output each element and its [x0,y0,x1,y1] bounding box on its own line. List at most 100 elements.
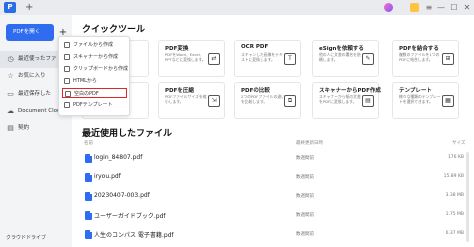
card-title: eSignを依頼する [319,46,364,52]
clock-icon: ◷ [7,55,14,63]
card-desc: 2つのPDFファイルの違いを比較します。 [241,94,285,104]
card-desc: PDFをWord、Excel、PPTなどに変換します。 [165,52,206,62]
title-bar: P + ≡ — ☐ ✕ [0,0,474,15]
card-desc: 様々な種類のテンプレートを選択できます。 [399,94,441,104]
file-name: 人生のコンパス 電子書籍.pdf [94,232,174,239]
card-title: PDF変換 [165,46,189,52]
menu-item-label: スキャナーから作成 [73,54,119,60]
maximize-icon[interactable]: ☐ [449,2,459,13]
table-row[interactable]: ユーザーガイドブック.pdf 数週間前 1.75 MB [74,207,470,226]
create-menu: ファイルから作成 スキャナーから作成 クリップボードから作成 HTMLから 空白… [58,36,130,116]
tool-card-ocr[interactable]: OCR PDF スキャンした画像をテキストに変換します。 T [234,40,301,77]
file-date: 数週間前 [296,156,314,161]
card-title: PDFを圧縮 [165,88,194,94]
sidebar-item-label: 最近使ったファ [18,56,57,62]
menu-item-label: PDFテンプレート [73,102,113,108]
clipboard-icon [64,66,70,72]
blank-page-icon [65,91,71,97]
pdf-file-icon [85,230,92,239]
table-row[interactable]: 人生のコンパス 電子書籍.pdf 数週間前 6.37 MB [74,226,470,245]
tool-card-esign[interactable]: eSignを依頼する 他の人に文書の署名を依頼します。 ✎ [312,40,379,77]
pdf-file-icon [85,173,92,182]
file-icon [64,42,70,48]
card-desc: 他の人に文書の署名を依頼します。 [319,52,361,62]
card-title: PDFの比較 [241,88,270,94]
file-size: 1.75 MB [445,212,464,217]
column-name-header[interactable]: 名前 [84,140,93,146]
menu-item-label: ファイルから作成 [73,42,114,48]
table-row[interactable]: login_84807.pdf 数週間前 176 KB [74,150,470,169]
file-date: 数週間前 [296,194,314,199]
menu-item-from-file[interactable]: ファイルから作成 [62,40,127,50]
column-size-header[interactable]: サイズ [452,140,465,146]
card-title: PDFを結合する [399,46,439,52]
template-icon: ▦ [442,95,454,107]
user-avatar[interactable] [384,3,393,12]
menu-item-from-html[interactable]: HTMLから [62,76,127,86]
html-icon [64,78,70,84]
card-desc: PDFファイルサイズを縮小します。 [165,94,207,104]
merge-icon: ⊞ [442,53,454,65]
esign-icon: ✎ [362,53,374,65]
tool-card-template[interactable]: テンプレート 様々な種類のテンプレートを選択できます。 ▦ [392,82,459,119]
table-row[interactable]: iryou.pdf 数週間前 15.89 KB [74,169,470,188]
sidebar-item-label: 契約 [18,125,30,131]
file-date: 数週間前 [296,232,314,237]
close-icon[interactable]: ✕ [462,2,472,13]
file-size: 15.89 KB [443,174,464,179]
cloud-drive-label[interactable]: クラウドドライブ [6,234,46,241]
scanner-icon [64,54,70,60]
file-date: 数週間前 [296,213,314,218]
recent-files-title: 最近使用したファイル [82,129,173,139]
scanner-icon: ▤ [362,95,374,107]
contract-icon: ▤ [7,124,14,132]
scrollbar[interactable] [466,152,469,242]
convert-icon: ⇄ [208,53,220,65]
new-tab-button[interactable]: + [25,0,33,15]
card-title: OCR PDF [241,44,269,50]
table-row[interactable]: 20230407-003.pdf 数週間前 3.38 MB [74,188,470,207]
file-size: 6.37 MB [445,231,464,236]
file-size: 176 KB [447,155,464,160]
file-size: 3.38 MB [445,193,464,198]
card-desc: スキャナーから紙の文書をPDFに変換します。 [319,94,361,104]
quick-tools-title: クイックツール [82,25,146,35]
sidebar-item-contract[interactable]: ▤ 契約 [0,120,72,137]
menu-item-blank-pdf[interactable]: 空白のPDF [62,88,127,98]
sidebar-item-label: 最近保存した [18,91,52,97]
card-title: スキャナーからPDF作成 [319,88,381,94]
tool-card-merge[interactable]: PDFを結合する 複数のファイルを1つのPDFに結合します。 ⊞ [392,40,459,77]
menu-icon[interactable]: ≡ [424,2,434,13]
compress-icon: ⇲ [208,95,220,107]
file-name: iryou.pdf [94,173,121,180]
file-name: 20230407-003.pdf [94,192,150,199]
compare-icon: ⧉ [284,95,296,107]
column-date-header[interactable]: 最終更新日時 [296,140,323,146]
card-title: テンプレート [399,88,432,94]
star-icon: ☆ [7,72,14,80]
tool-card-pdf-convert[interactable]: PDF変換 PDFをWord、Excel、PPTなどに変換します。 ⇄ [158,40,225,77]
menu-item-from-scanner[interactable]: スキャナーから作成 [62,52,127,62]
card-desc: スキャンした画像をテキストに変換します。 [241,52,283,62]
card-desc: 複数のファイルを1つのPDFに結合します。 [399,52,440,62]
template-icon [64,102,70,108]
sidebar-item-label: お気に入り [18,73,46,79]
file-name: ユーザーガイドブック.pdf [94,213,166,220]
app-logo: P [4,2,16,13]
cloud-icon: ☁ [7,107,14,115]
minimize-icon[interactable]: — [436,2,446,13]
menu-item-pdf-template[interactable]: PDFテンプレート [62,100,127,110]
menu-item-from-clipboard[interactable]: クリップボードから作成 [62,64,129,74]
tool-card-scanner[interactable]: スキャナーからPDF作成 スキャナーから紙の文書をPDFに変換します。 ▤ [312,82,381,119]
pdf-file-icon [85,154,92,163]
pdf-file-icon [85,211,92,220]
menu-item-label: クリップボードから作成 [73,66,129,72]
menu-item-label: HTMLから [73,78,97,84]
tool-card-compress[interactable]: PDFを圧縮 PDFファイルサイズを縮小します。 ⇲ [158,82,225,119]
tool-card-compare[interactable]: PDFの比較 2つのPDFファイルの違いを比較します。 ⧉ [234,82,301,119]
menu-item-label: 空白のPDF [74,91,99,97]
ocr-icon: T [284,53,296,65]
file-date: 数週間前 [296,175,314,180]
upgrade-icon[interactable] [410,3,419,12]
open-pdf-button[interactable]: PDFを開く [6,24,54,41]
